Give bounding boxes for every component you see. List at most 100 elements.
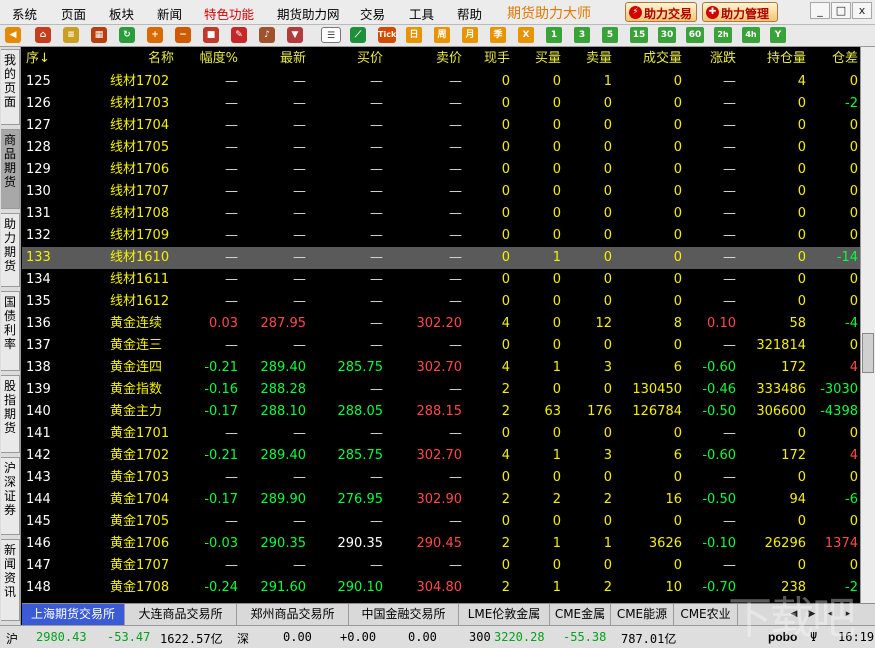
table-row[interactable]: 129 线材1706 — — — — 0 0 0 0 — 0 0	[22, 159, 860, 181]
exchange-tab-cme-energy[interactable]: CME能源	[611, 604, 674, 625]
table-row[interactable]: 131 线材1708 — — — — 0 0 0 0 — 0 0	[22, 203, 860, 225]
exchange-tab-czce[interactable]: 郑州商品交易所	[237, 604, 349, 625]
tab-scroll-right-icon[interactable]: ▶	[805, 607, 819, 621]
kline-chart-icon[interactable]: ⟋	[350, 27, 366, 43]
table-row[interactable]: 135 线材1612 — — — — 0 0 0 0 — 0 0	[22, 291, 860, 313]
zoom-out-icon[interactable]: −	[175, 27, 191, 43]
header-last[interactable]: 最新	[238, 47, 306, 71]
maximize-button[interactable]: □	[831, 2, 851, 19]
menu-system[interactable]: 系统	[12, 4, 37, 23]
scroll-right-icon[interactable]: ▸	[841, 607, 855, 621]
side-tab-news[interactable]: 新 闻 资 讯	[1, 539, 20, 621]
table-row[interactable]: 127 线材1704 — — — — 0 0 0 0 — 0 0	[22, 115, 860, 137]
header-oi-diff[interactable]: 仓差	[806, 47, 858, 71]
header-up-down[interactable]: 涨跌	[682, 47, 736, 71]
menu-news[interactable]: 新闻	[157, 4, 182, 23]
table-row[interactable]: 134 线材1611 — — — — 0 0 0 0 — 0 0	[22, 269, 860, 291]
exchange-tab-cme-agri[interactable]: CME农业	[674, 604, 738, 625]
filter-icon[interactable]: ▼	[287, 27, 303, 43]
header-ask[interactable]: 卖价	[383, 47, 462, 71]
header-bid-vol[interactable]: 买量	[510, 47, 561, 71]
tab-scroll-left-icon[interactable]: ◀	[787, 607, 801, 621]
table-row[interactable]: 133 线材1610 — — — — 0 1 0 0 — 0 -14	[22, 247, 860, 269]
refresh-icon[interactable]: ↻	[119, 27, 135, 43]
list-view-icon[interactable]: ☰	[321, 27, 341, 43]
exchange-tab-dce[interactable]: 大连商品交易所	[125, 604, 237, 625]
table-row[interactable]: 148 黄金1708 -0.24 291.60 290.10 304.80 2 1 2 10 -0.…	[22, 577, 860, 599]
period-1min-button[interactable]: 1	[546, 27, 562, 43]
menu-trade[interactable]: 交易	[360, 4, 385, 23]
period-15min-button[interactable]: 15	[630, 27, 648, 43]
table-row[interactable]: 140 黄金主力 -0.17 288.10 288.05 288.15 2 63 176 1267…	[22, 401, 860, 423]
header-ask-vol[interactable]: 卖量	[561, 47, 612, 71]
exchange-tab-lme[interactable]: LME伦敦金属	[459, 604, 550, 625]
window-icon[interactable]: ■	[203, 27, 219, 43]
table-row[interactable]: 132 线材1709 — — — — 0 0 0 0 — 0 0	[22, 225, 860, 247]
menu-tools[interactable]: 工具	[409, 4, 434, 23]
menu-special-features[interactable]: 特色功能	[204, 4, 254, 23]
period-week-button[interactable]: 周	[434, 27, 450, 43]
tick-button[interactable]: Tick	[378, 27, 396, 43]
assist-manage-button[interactable]: ✚ 助力管理	[702, 2, 778, 22]
header-volume[interactable]: 成交量	[612, 47, 682, 71]
period-30min-button[interactable]: 30	[658, 27, 676, 43]
menu-sector[interactable]: 板块	[109, 4, 134, 23]
close-button[interactable]: x	[852, 2, 872, 19]
period-quarter-button[interactable]: 季	[490, 27, 506, 43]
vertical-scrollbar[interactable]	[860, 47, 875, 603]
header-seq[interactable]: 序↓	[26, 47, 62, 71]
stack-icon[interactable]: ≡	[63, 27, 79, 43]
table-row[interactable]: 144 黄金1704 -0.17 289.90 276.95 302.90 2 2 2 16 -0.…	[22, 489, 860, 511]
header-cur-vol[interactable]: 现手	[462, 47, 510, 71]
period-custom-button[interactable]: Y	[770, 27, 786, 43]
menu-futures-website[interactable]: 期货助力网	[277, 4, 340, 23]
period-3min-button[interactable]: 3	[574, 27, 590, 43]
menu-page[interactable]: 页面	[61, 4, 86, 23]
exchange-tab-cme-metals[interactable]: CME金属	[550, 604, 611, 625]
table-row[interactable]: 147 黄金1707 — — — — 0 0 0 0 — 0 0	[22, 555, 860, 577]
table-row[interactable]: 130 线材1707 — — — — 0 0 0 0 — 0 0	[22, 181, 860, 203]
table-row[interactable]: 136 黄金连续 0.03 287.95 — 302.20 4 0 12 8 0.10 58 -4	[22, 313, 860, 335]
exchange-tab-shfe[interactable]: 上海期货交易所	[22, 604, 125, 625]
assist-trade-button[interactable]: ⚡ 助力交易	[625, 2, 697, 22]
table-row[interactable]: 138 黄金连四 -0.21 289.40 285.75 302.70 4 1 3 6 -0.60 1…	[22, 357, 860, 379]
header-name[interactable]: 名称	[122, 47, 174, 71]
period-5min-button[interactable]: 5	[602, 27, 618, 43]
side-tab-index-futures[interactable]: 股 指 期 货	[1, 375, 20, 453]
minimize-button[interactable]: _	[810, 2, 830, 19]
table-row[interactable]: 126 线材1703 — — — — 0 0 0 0 — 0 -2	[22, 93, 860, 115]
chart-window-icon[interactable]: ▦	[91, 27, 107, 43]
exchange-tab-cffex[interactable]: 中国金融交易所	[349, 604, 459, 625]
table-row[interactable]: 137 黄金连三 — — — — 0 0 0 0 — 321814 0	[22, 335, 860, 357]
period-60min-button[interactable]: 60	[686, 27, 704, 43]
header-open-int[interactable]: 持仓量	[736, 47, 806, 71]
table-row[interactable]: 145 黄金1705 — — — — 0 0 0 0 — 0 0	[22, 511, 860, 533]
period-year-button[interactable]: X	[518, 27, 534, 43]
table-row[interactable]: 141 黄金1701 — — — — 0 0 0 0 — 0 0	[22, 423, 860, 445]
header-bid[interactable]: 买价	[306, 47, 383, 71]
side-tab-treasury-rates[interactable]: 国 债 利 率	[1, 291, 20, 371]
header-change-pct[interactable]: 幅度%	[172, 47, 238, 71]
period-4h-button[interactable]: 4h	[742, 27, 760, 43]
table-row[interactable]: 128 线材1705 — — — — 0 0 0 0 — 0 0	[22, 137, 860, 159]
scroll-left-icon[interactable]: ◂	[823, 607, 837, 621]
back-arrow-icon[interactable]: ◀	[5, 27, 21, 43]
period-day-button[interactable]: 日	[406, 27, 422, 43]
side-tab-assist-futures[interactable]: 助 力 期 货	[1, 213, 20, 287]
side-tab-shsz-securities[interactable]: 沪 深 证 券	[1, 457, 20, 535]
pen-icon[interactable]: ✎	[231, 27, 247, 43]
table-row[interactable]: 139 黄金指数 -0.16 288.28 — — 2 0 0 130450 -0.46 333486…	[22, 379, 860, 401]
home-icon[interactable]: ⌂	[35, 27, 51, 43]
scrollbar-thumb[interactable]	[862, 333, 874, 373]
zoom-in-icon[interactable]: +	[147, 27, 163, 43]
table-row[interactable]: 125 线材1702 — — — — 0 0 1 0 — 4 0	[22, 71, 860, 93]
table-row[interactable]: 142 黄金1702 -0.21 289.40 285.75 302.70 4 1 3 6 -0.6…	[22, 445, 860, 467]
menu-help[interactable]: 帮助	[457, 4, 482, 23]
period-month-button[interactable]: 月	[462, 27, 478, 43]
period-2h-button[interactable]: 2h	[714, 27, 732, 43]
table-row[interactable]: 146 黄金1706 -0.03 290.35 290.35 290.45 2 1 1 3626 -…	[22, 533, 860, 555]
side-tab-my-page[interactable]: 我 的 页 面	[1, 49, 20, 125]
table-row[interactable]: 143 黄金1703 — — — — 0 0 0 0 — 0 0	[22, 467, 860, 489]
side-tab-commodity-futures[interactable]: 商 品 期 货	[1, 129, 20, 209]
bell-icon[interactable]: ♪	[259, 27, 275, 43]
